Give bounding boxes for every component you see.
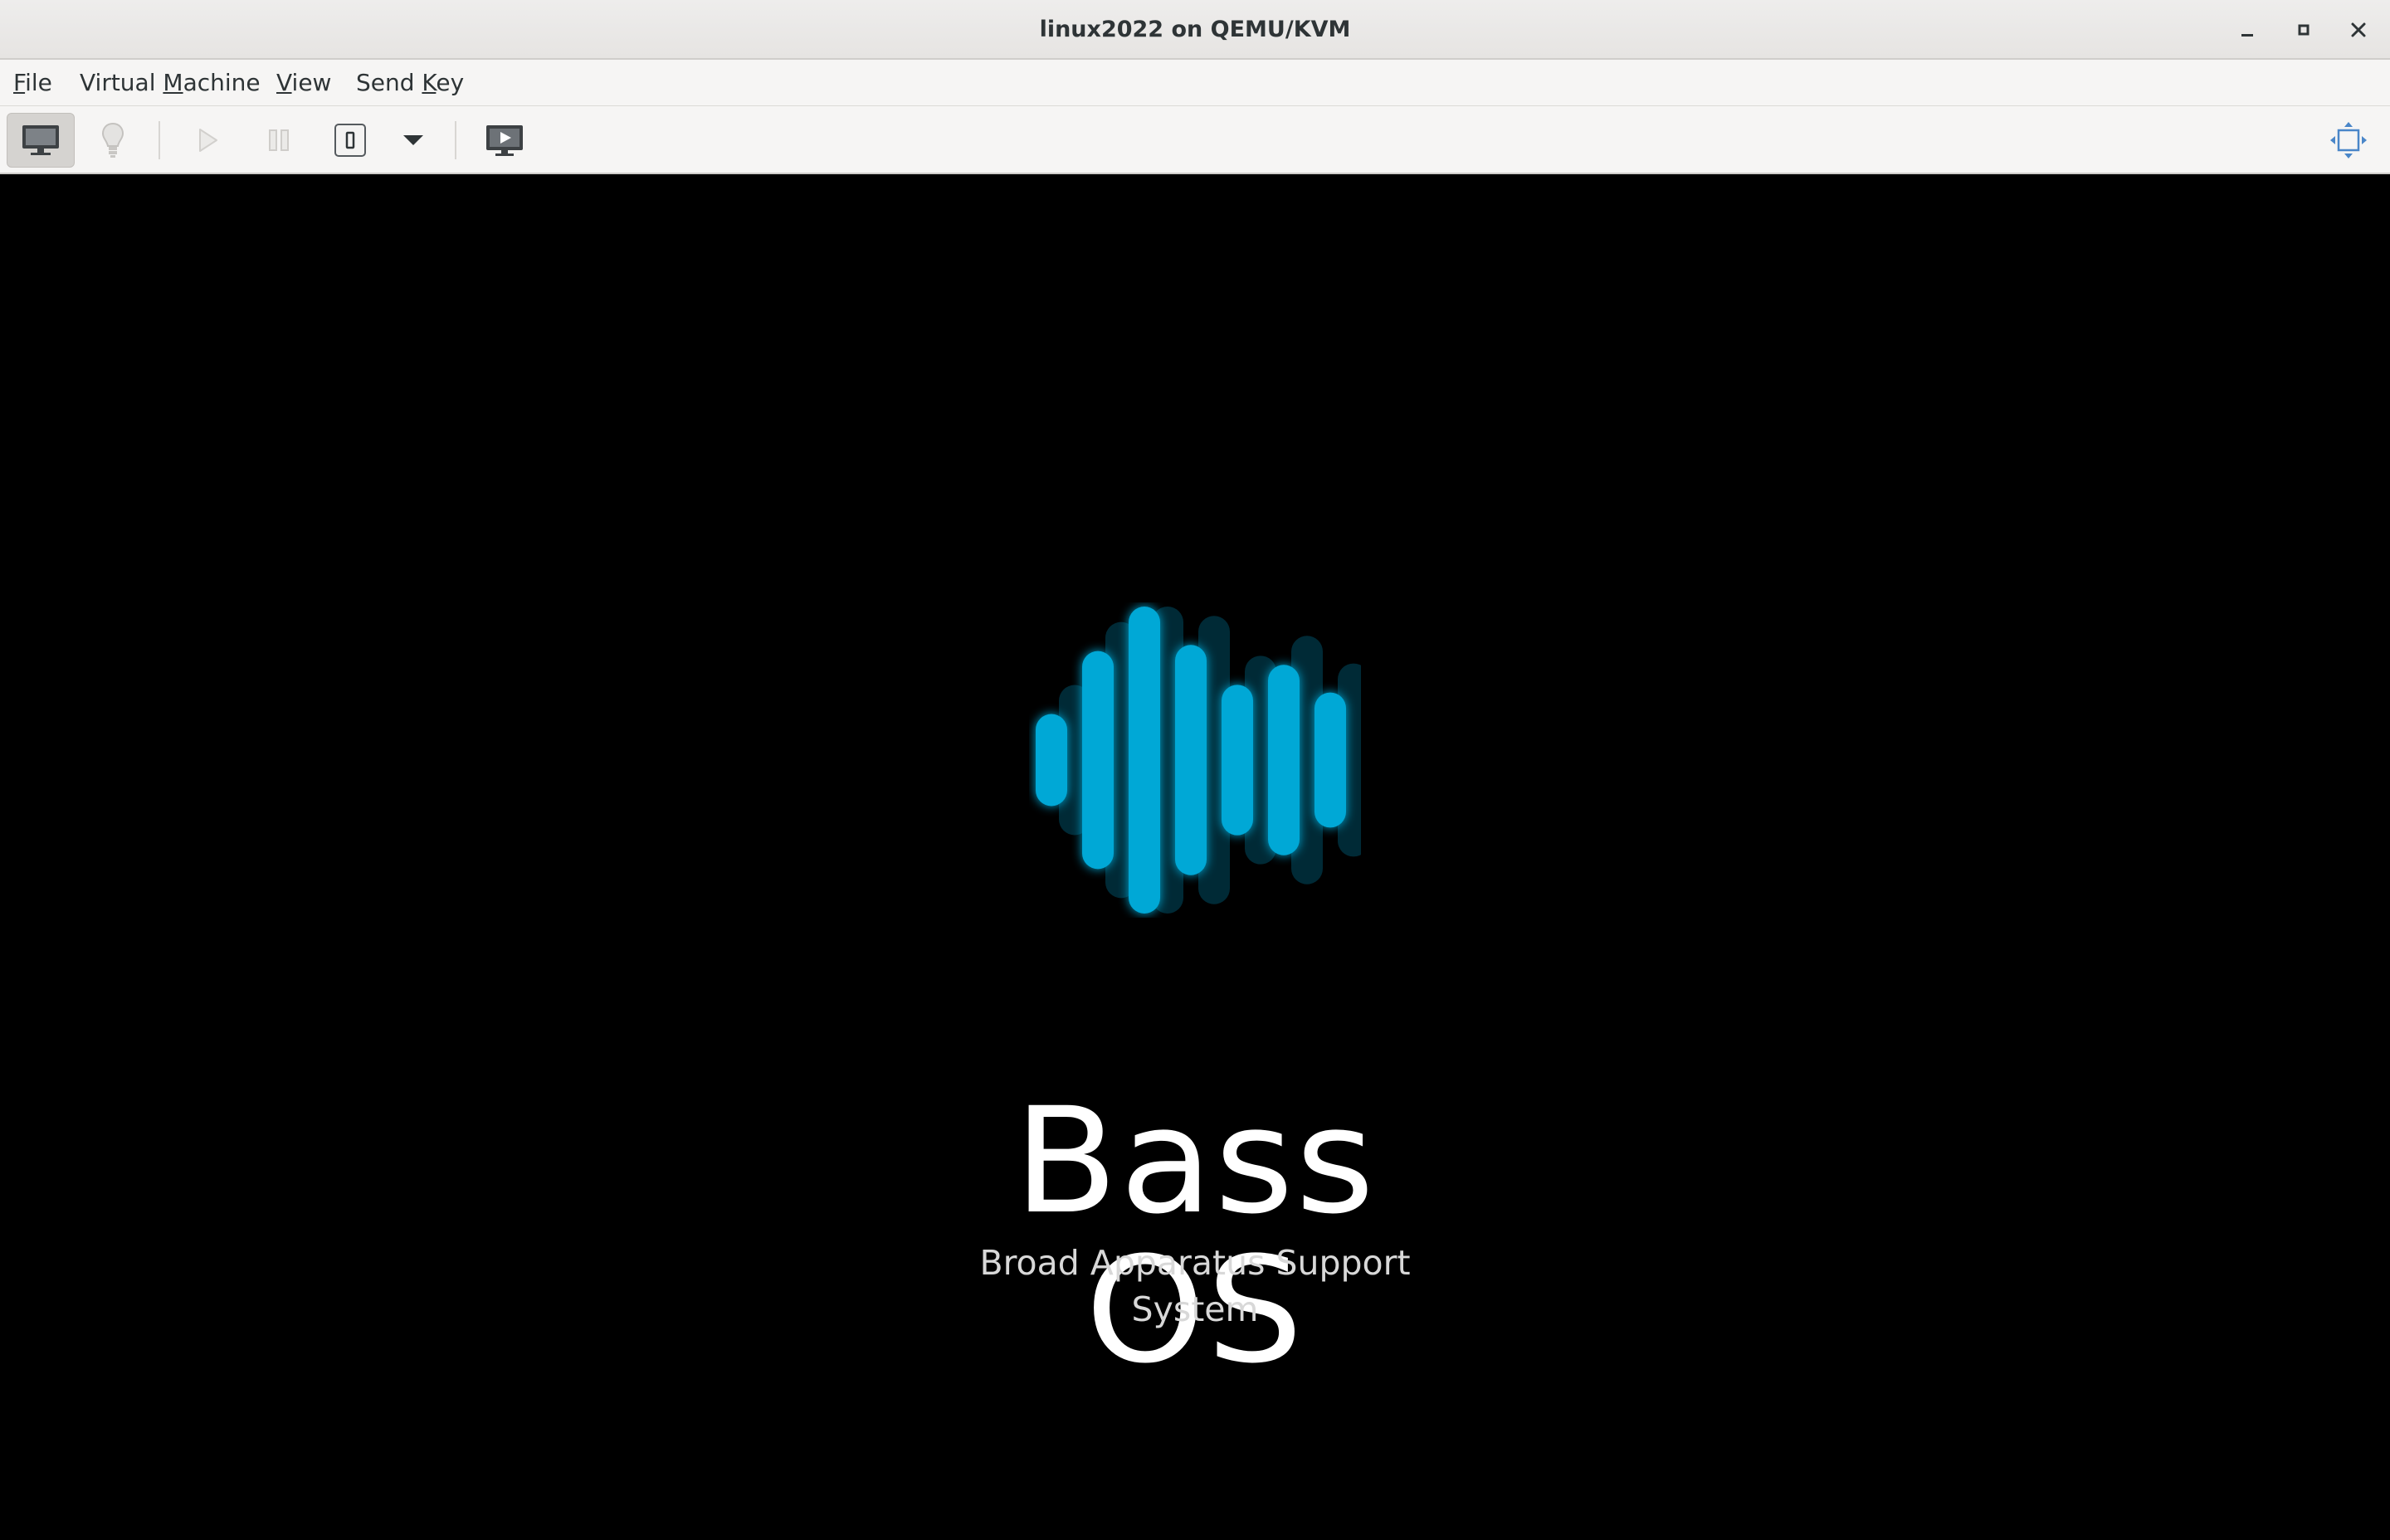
logo-bar — [1268, 665, 1300, 855]
menu-send-key[interactable]: Send Key — [356, 60, 464, 106]
shutdown-menu-button[interactable] — [397, 113, 430, 168]
menu-vm-label-pre: Virtual — [80, 69, 163, 96]
maximize-icon — [2298, 24, 2310, 36]
brand-subtitle: Broad Apparatus Support System — [979, 1243, 1411, 1329]
pause-button[interactable] — [257, 113, 300, 168]
menu-file-label-post: ile — [25, 69, 52, 96]
power-icon — [334, 124, 366, 157]
toolbar-separator — [455, 121, 456, 159]
shutdown-button[interactable] — [330, 113, 370, 168]
menu-vm-mnemonic: M — [163, 69, 183, 96]
guest-console[interactable]: Bass OS Broad Apparatus Support System — [0, 174, 2390, 1540]
title-bar[interactable]: linux2022 on QEMU/KVM — [0, 0, 2390, 60]
console-view-button[interactable] — [7, 113, 75, 168]
minimize-icon — [2241, 34, 2253, 37]
logo-bar — [1082, 651, 1114, 870]
logo-bar — [1222, 685, 1253, 836]
menu-view[interactable]: View — [276, 60, 331, 106]
menu-file[interactable]: File — [13, 60, 52, 106]
menu-sendkey-label-post: ey — [436, 69, 465, 96]
menu-view-label-post: iew — [291, 69, 332, 96]
monitor-icon — [22, 125, 59, 155]
brand-title: Bass OS — [1013, 1076, 1377, 1396]
lightbulb-icon — [101, 122, 124, 158]
menu-sendkey-mnemonic: K — [422, 69, 437, 96]
close-icon — [2351, 22, 2366, 37]
toolbar-separator — [159, 121, 160, 159]
snapshots-button[interactable] — [481, 113, 528, 168]
close-button[interactable] — [2340, 12, 2377, 48]
toolbar — [0, 106, 2390, 174]
window-title: linux2022 on QEMU/KVM — [1039, 17, 1351, 42]
chevron-down-icon — [403, 135, 423, 145]
bass-os-logo — [1036, 607, 1361, 914]
logo-bar — [1036, 714, 1067, 807]
logo-bar — [1175, 645, 1207, 875]
fullscreen-button[interactable] — [2324, 113, 2373, 168]
menu-vm-label-post: achine — [183, 69, 261, 96]
fullscreen-icon — [2330, 122, 2367, 158]
minimize-button[interactable] — [2229, 12, 2266, 48]
logo-bar — [1314, 692, 1346, 828]
logo-bar — [1129, 607, 1160, 914]
menu-file-mnemonic: F — [13, 69, 26, 96]
pause-icon — [269, 129, 289, 151]
virt-viewer-window: linux2022 on QEMU/KVM File Virtual Machi… — [0, 0, 2390, 1540]
details-view-button[interactable] — [91, 113, 134, 168]
run-button[interactable] — [186, 113, 229, 168]
menu-virtual-machine[interactable]: Virtual Machine — [80, 60, 261, 106]
snapshot-monitor-icon — [486, 125, 523, 156]
play-icon — [199, 129, 217, 152]
menu-sendkey-label-pre: Send — [356, 69, 422, 96]
menu-view-mnemonic: V — [276, 69, 292, 96]
maximize-button[interactable] — [2285, 12, 2322, 48]
menu-bar: File Virtual Machine View Send Key — [0, 60, 2390, 106]
